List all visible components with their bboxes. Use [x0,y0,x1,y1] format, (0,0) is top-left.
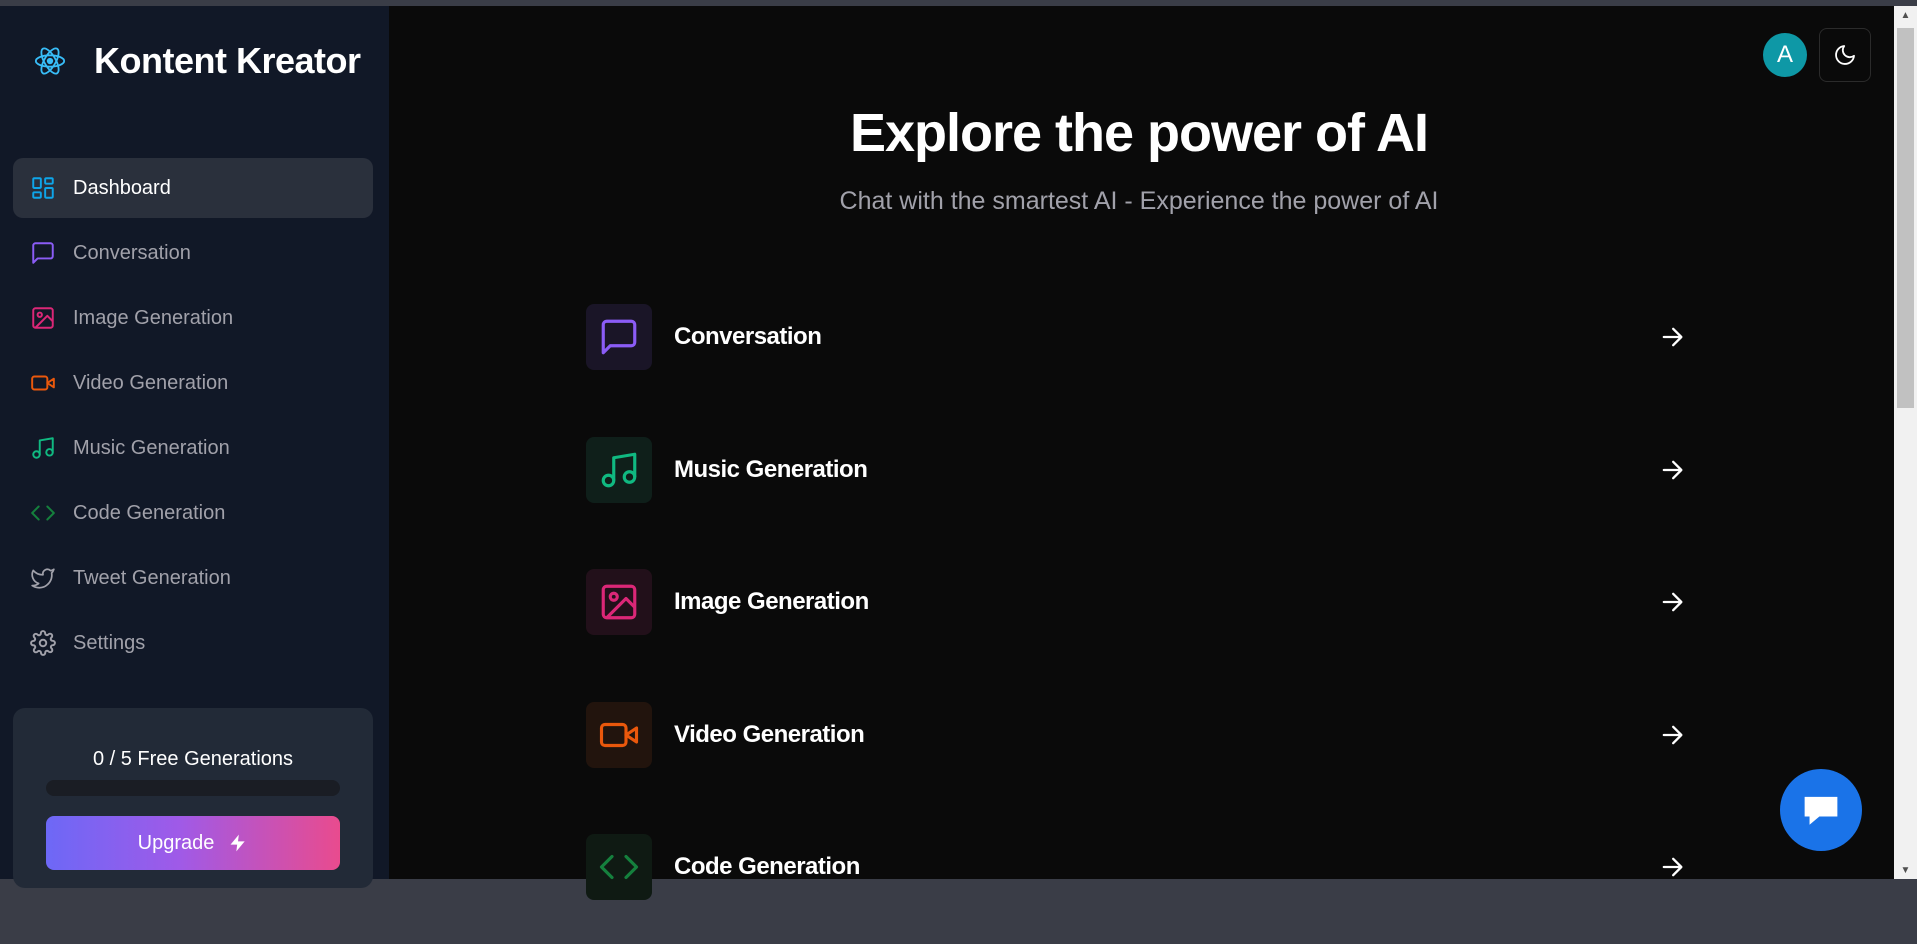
sidebar-item-video-generation[interactable]: Video Generation [13,353,373,413]
atom-icon [30,41,70,81]
code-icon [29,499,57,527]
twitter-icon [29,564,57,592]
message-square-icon [29,239,57,267]
music-icon [29,434,57,462]
tool-list: Conversation Music Generation Image Gene… [584,281,1694,944]
sidebar-nav: Dashboard Conversation Image Generation [13,158,373,678]
generations-progress-bar [46,780,340,796]
page-subtitle: Chat with the smartest AI - Experience t… [839,187,1439,215]
tool-card-music-generation[interactable]: Music Generation [584,414,1694,526]
sidebar-item-tweet-generation[interactable]: Tweet Generation [13,548,373,608]
zap-icon [228,833,248,853]
tool-card-code-generation[interactable]: Code Generation [584,811,1694,923]
settings-icon [29,629,57,657]
video-icon [29,369,57,397]
free-generations-card: 0 / 5 Free Generations Upgrade [13,708,373,888]
sidebar-item-label: Dashboard [73,176,171,199]
code-icon [586,834,652,900]
sidebar-item-label: Code Generation [73,501,226,524]
tool-card-label: Music Generation [674,455,868,483]
sidebar-item-label: Conversation [73,241,191,264]
sidebar-item-code-generation[interactable]: Code Generation [13,483,373,543]
brand[interactable]: Kontent Kreator [30,40,361,82]
chat-widget-button[interactable] [1780,769,1862,851]
moon-icon [1833,43,1857,67]
brand-title: Kontent Kreator [94,40,361,81]
image-icon [586,569,652,635]
music-icon [586,436,652,503]
sidebar-item-label: Image Generation [73,306,234,329]
chat-bubble-icon [1801,792,1841,828]
upgrade-button-label: Upgrade [137,831,215,854]
tool-card-image-generation[interactable]: Image Generation [584,546,1694,658]
app-window: Kontent Kreator Dashboard Conversation I… [0,6,1917,900]
arrow-right-icon [1658,853,1686,881]
user-avatar[interactable]: A [1763,33,1807,77]
tool-card-label: Code Generation [674,853,860,880]
tool-card-conversation[interactable]: Conversation [584,281,1694,393]
tool-card-label: Conversation [674,323,822,350]
message-square-icon [586,304,652,370]
video-icon [586,701,652,768]
sidebar-item-image-generation[interactable]: Image Generation [13,288,373,348]
scroll-up-arrow-icon[interactable]: ▲ [1894,6,1917,24]
sidebar: Kontent Kreator Dashboard Conversation I… [0,6,389,888]
arrow-right-icon [1658,721,1686,749]
free-generations-counter: 0 / 5 Free Generations [92,748,294,770]
tool-card-label: Video Generation [674,720,865,748]
tool-card-video-generation[interactable]: Video Generation [584,679,1694,791]
vertical-scrollbar[interactable]: ▲ ▼ [1894,6,1917,879]
theme-toggle-button[interactable] [1819,28,1871,82]
arrow-right-icon [1658,456,1686,484]
sidebar-item-settings[interactable]: Settings [13,613,373,673]
upgrade-button[interactable]: Upgrade [46,816,340,870]
sidebar-item-label: Tweet Generation [73,566,231,589]
page-title: Explore the power of AI [849,103,1429,163]
sidebar-item-dashboard[interactable]: Dashboard [13,158,373,218]
image-icon [29,304,57,332]
arrow-right-icon [1658,588,1686,616]
arrow-right-icon [1658,323,1686,351]
sidebar-item-label: Music Generation [73,436,230,459]
sidebar-item-music-generation[interactable]: Music Generation [13,418,373,478]
main-content: A Explore the power of AI Chat with the … [389,6,1917,900]
scroll-down-arrow-icon[interactable]: ▼ [1894,861,1917,879]
dashboard-icon [29,174,57,202]
tool-card-label: Image Generation [674,588,869,615]
sidebar-item-label: Video Generation [73,371,229,394]
sidebar-item-label: Settings [73,631,146,654]
scrollbar-thumb[interactable] [1897,28,1914,408]
sidebar-item-conversation[interactable]: Conversation [13,223,373,283]
